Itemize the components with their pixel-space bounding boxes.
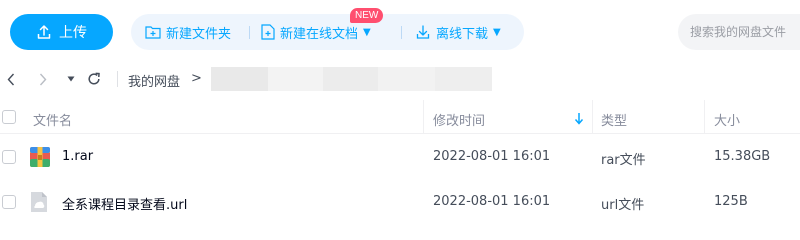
chevron-down-icon: ▼ xyxy=(493,26,501,38)
column-divider xyxy=(592,100,593,134)
column-header-type[interactable]: 类型 xyxy=(601,110,627,129)
new-folder-label: 新建文件夹 xyxy=(166,26,232,42)
rar-archive-icon xyxy=(29,146,51,172)
sort-descending-icon[interactable] xyxy=(574,110,584,129)
table-row[interactable]: 全系课程目录查看.url 2022-08-01 16:01 url文件 125B xyxy=(0,180,800,225)
history-dropdown-icon[interactable] xyxy=(65,70,77,88)
row-checkbox[interactable] xyxy=(2,150,16,164)
modified-time: 2022-08-01 16:01 xyxy=(433,194,551,209)
url-file-icon xyxy=(29,191,49,217)
download-icon xyxy=(415,24,436,40)
file-type: rar文件 xyxy=(601,153,646,168)
upload-button[interactable]: 上传 xyxy=(10,14,113,50)
refresh-icon[interactable] xyxy=(86,70,102,88)
row-checkbox[interactable] xyxy=(2,195,16,209)
breadcrumb-root[interactable]: 我的网盘 xyxy=(128,71,180,90)
new-badge: NEW xyxy=(350,8,384,23)
new-doc-icon xyxy=(261,24,280,40)
nav-divider xyxy=(117,71,118,87)
file-size: 15.38GB xyxy=(714,149,771,164)
new-folder-button[interactable]: 新建文件夹 xyxy=(145,14,231,50)
back-icon[interactable] xyxy=(4,70,18,88)
new-folder-icon xyxy=(145,25,166,39)
new-online-doc-label: 新建在线文档 xyxy=(280,26,359,42)
column-divider xyxy=(704,100,705,134)
table-row[interactable]: 1.rar 2022-08-01 16:01 rar文件 15.38GB xyxy=(0,135,800,180)
column-header-modified[interactable]: 修改时间 xyxy=(433,110,485,129)
column-divider xyxy=(423,100,424,134)
offline-download-button[interactable]: 离线下载 ▼ xyxy=(415,14,501,50)
file-name[interactable]: 全系课程目录查看.url xyxy=(62,194,187,213)
navigation-bar: 我的网盘 > xyxy=(0,64,800,94)
modified-time: 2022-08-01 16:01 xyxy=(433,149,551,164)
tool-divider xyxy=(249,26,250,39)
redacted-path-segment xyxy=(378,67,435,91)
tool-divider xyxy=(401,26,402,39)
column-header-size[interactable]: 大小 xyxy=(714,110,740,129)
search-input[interactable] xyxy=(678,14,800,50)
upload-label: 上传 xyxy=(59,25,87,41)
redacted-path-segment xyxy=(323,67,378,91)
file-type: url文件 xyxy=(601,198,645,213)
file-size: 125B xyxy=(714,194,748,209)
file-name[interactable]: 1.rar xyxy=(62,149,93,164)
upload-icon xyxy=(36,24,52,40)
forward-icon[interactable] xyxy=(36,70,50,88)
column-header-name[interactable]: 文件名 xyxy=(33,110,72,129)
redacted-path-segment xyxy=(211,67,268,91)
select-all-checkbox[interactable] xyxy=(2,110,16,124)
table-header: 文件名 修改时间 类型 大小 xyxy=(0,100,800,134)
redacted-path-segment xyxy=(435,67,492,91)
redacted-path-segment xyxy=(268,67,323,91)
toolbar: 上传 新建文件夹 新建在线文档 ▼ 离线下载 ▼ NEW xyxy=(0,0,800,64)
breadcrumb-separator: > xyxy=(191,71,202,86)
action-group: 新建文件夹 新建在线文档 ▼ 离线下载 ▼ xyxy=(131,14,524,50)
chevron-down-icon: ▼ xyxy=(363,26,371,38)
offline-download-label: 离线下载 xyxy=(436,26,489,42)
